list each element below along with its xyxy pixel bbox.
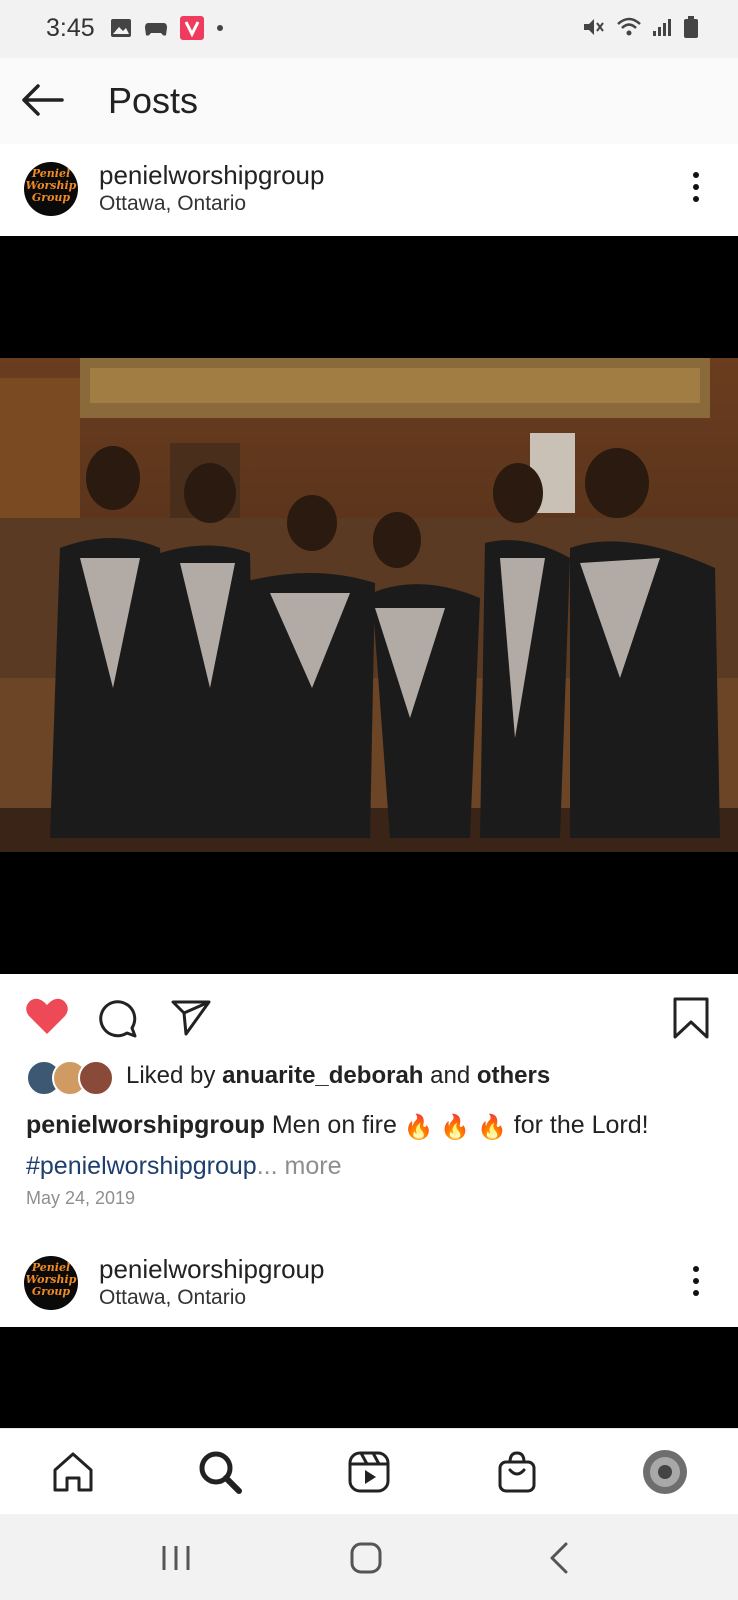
back-nav-icon[interactable] (540, 1540, 580, 1576)
likes-row[interactable]: Liked by anuarite_deborah and others (26, 1060, 726, 1096)
wifi-icon (617, 17, 641, 36)
comment-icon[interactable] (98, 998, 138, 1038)
system-nav-bar (0, 1514, 738, 1600)
search-icon[interactable] (195, 1447, 245, 1497)
more-options-icon[interactable] (690, 172, 702, 206)
caption-hashtag[interactable]: #penielworshipgroup (26, 1152, 257, 1180)
post-date: May 24, 2019 (26, 1188, 136, 1208)
shop-icon[interactable] (492, 1447, 542, 1497)
v-app-icon (180, 16, 204, 40)
post-username[interactable]: penielworshipgroup (99, 160, 324, 191)
game-controller-icon (145, 23, 167, 36)
status-bar: 3:45 (0, 0, 738, 58)
post-actions (0, 976, 738, 1052)
more-link[interactable]: more (278, 1152, 342, 1180)
gallery-icon (111, 19, 131, 37)
next-post-location[interactable]: Ottawa, Ontario (99, 1286, 246, 1310)
fire-emoji: 🔥 🔥 🔥 (403, 1114, 507, 1141)
post-location[interactable]: Ottawa, Ontario (99, 192, 246, 216)
bookmark-icon[interactable] (672, 996, 710, 1040)
reels-icon[interactable] (344, 1447, 394, 1497)
signal-icon (653, 19, 671, 36)
status-time: 3:45 (46, 14, 95, 42)
recent-apps-icon[interactable] (156, 1540, 196, 1576)
next-post-header: Peniel Worship Group penielworshipgroup … (0, 1238, 738, 1326)
page-title: Posts (108, 80, 199, 121)
bottom-nav (0, 1428, 738, 1515)
post-caption: penielworshipgroup Men on fire 🔥 🔥 🔥 for… (26, 1111, 649, 1180)
liker-avatar (78, 1060, 114, 1096)
liked-by-text: Liked by anuarite_deborah and others (126, 1062, 551, 1089)
avatar[interactable]: Peniel Worship Group (24, 162, 78, 216)
avatar-logo: Peniel Worship Group (25, 167, 77, 204)
heart-icon[interactable] (25, 996, 69, 1036)
share-icon[interactable] (170, 998, 212, 1036)
battery-icon (684, 16, 698, 38)
next-post-username[interactable]: penielworshipgroup (99, 1254, 324, 1285)
caption-username[interactable]: penielworshipgroup (26, 1111, 265, 1139)
home-icon[interactable] (48, 1447, 98, 1497)
app-bar: Posts (0, 58, 738, 145)
group-photo-image (0, 358, 738, 852)
back-arrow-icon[interactable] (18, 78, 66, 122)
profile-avatar[interactable] (640, 1447, 690, 1497)
more-options-icon[interactable] (690, 1266, 702, 1300)
dot-icon (217, 25, 223, 31)
next-post-media[interactable] (0, 1327, 738, 1428)
post-header: Peniel Worship Group penielworshipgroup … (0, 144, 738, 232)
post-photo[interactable] (0, 358, 738, 852)
home-button-icon[interactable] (346, 1540, 386, 1576)
mute-icon (584, 19, 604, 35)
avatar[interactable]: Peniel Worship Group (24, 1256, 78, 1310)
avatar-logo: Peniel Worship Group (25, 1261, 77, 1298)
